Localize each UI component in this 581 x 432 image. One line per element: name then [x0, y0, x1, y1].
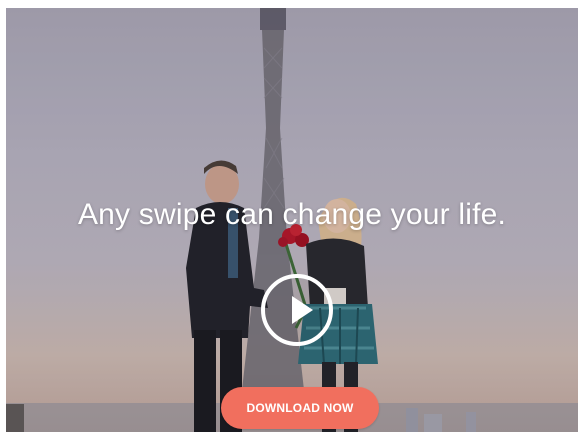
- hero-headline: Any swipe can change your life.: [77, 198, 507, 231]
- play-icon: [292, 296, 313, 324]
- page: Any swipe can change your life. DOWNLOAD…: [0, 0, 581, 432]
- play-video-button[interactable]: [261, 274, 333, 346]
- hero-video-background: Any swipe can change your life. DOWNLOAD…: [6, 8, 578, 432]
- download-now-button[interactable]: DOWNLOAD NOW: [221, 387, 379, 429]
